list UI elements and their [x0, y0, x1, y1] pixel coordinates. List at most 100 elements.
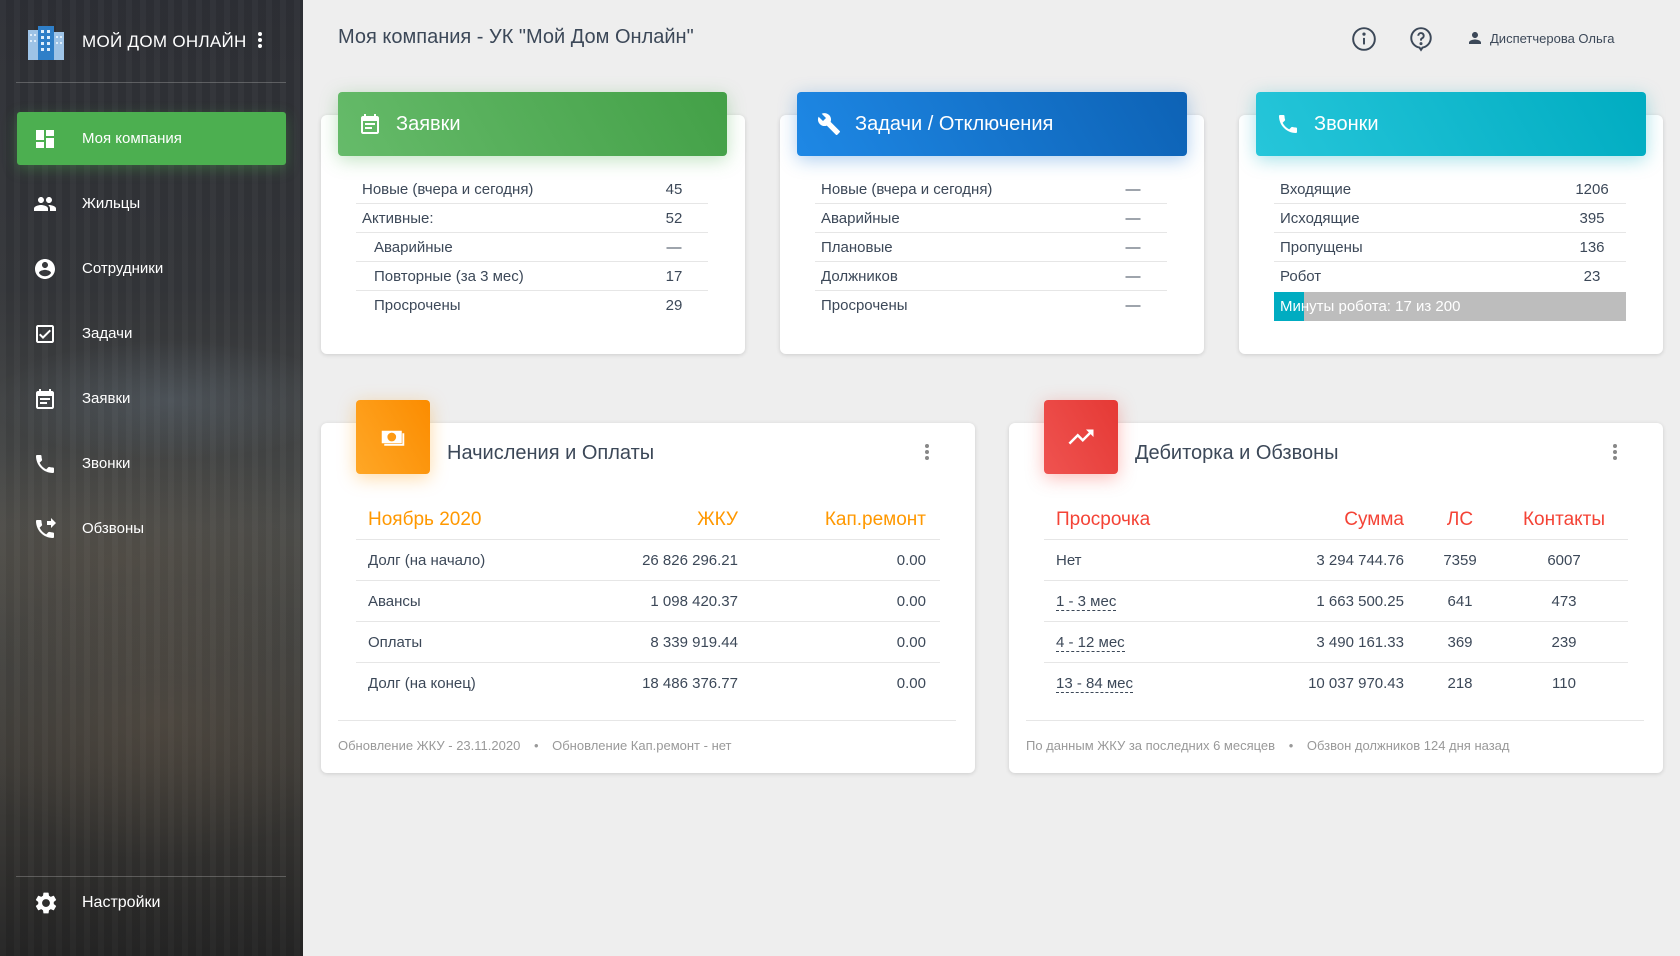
- stat-row[interactable]: Активные: 52: [356, 204, 708, 233]
- cell-sum: 10 037 970.43: [1308, 675, 1404, 692]
- brand[interactable]: МОЙ ДОМ ОНЛАЙН: [26, 18, 286, 66]
- trending-up-icon: [1068, 429, 1094, 445]
- row-label: Долг (на начало): [368, 551, 486, 569]
- footer-text: По данным ЖКУ за последних 6 месяцев: [1026, 738, 1276, 753]
- cell-sum: 3 294 744.76: [1316, 551, 1404, 569]
- sidebar-item-dialings[interactable]: Обзвоны: [17, 502, 286, 555]
- stat-row[interactable]: Аварийные —: [356, 233, 708, 262]
- stat-label: Входящие: [1280, 180, 1352, 198]
- stat-row[interactable]: Повторные (за 3 мес) 17: [356, 262, 708, 291]
- stat-label: Новые (вчера и сегодня): [821, 180, 993, 198]
- sidebar-item-settings[interactable]: Настройки: [33, 890, 160, 916]
- sidebar-divider-bottom: [16, 876, 286, 877]
- tasks-card-header[interactable]: Задачи / Отключения: [797, 92, 1187, 156]
- stat-row[interactable]: Просрочены —: [815, 291, 1167, 320]
- stat-label: Активные:: [362, 209, 434, 227]
- gear-icon: [35, 892, 57, 914]
- sidebar-item-requests[interactable]: Заявки: [17, 372, 286, 425]
- stat-value: 136: [1579, 238, 1605, 256]
- footer-text: Обновление Кап.ремонт - нет: [552, 738, 732, 753]
- stat-row[interactable]: Должников —: [815, 262, 1167, 291]
- col-header: Контакты: [1522, 508, 1606, 530]
- stat-row[interactable]: Новые (вчера и сегодня) 45: [356, 175, 708, 204]
- cell-sum: 1 663 500.25: [1316, 592, 1404, 610]
- requests-card-title: Заявки: [396, 112, 461, 135]
- money-icon: [381, 430, 405, 446]
- cell-zhku: 26 826 296.21: [642, 551, 738, 569]
- sidebar-item-employees[interactable]: Сотрудники: [17, 242, 286, 295]
- user-menu[interactable]: Диспетчерова Ольга: [1466, 29, 1614, 47]
- overdue-link[interactable]: 4 - 12 мес: [1056, 633, 1125, 652]
- stat-label: Просрочены: [374, 297, 461, 314]
- stat-row[interactable]: Просрочены 29: [356, 291, 708, 320]
- stat-value: 45: [665, 180, 683, 198]
- table-row: Авансы 1 098 420.37 0.00: [356, 581, 940, 622]
- stat-row[interactable]: Исходящие 395: [1274, 204, 1626, 233]
- sidebar-item-my-company[interactable]: Моя компания: [17, 112, 286, 165]
- overdue-link[interactable]: 13 - 84 мес: [1056, 675, 1134, 693]
- sidebar: МОЙ ДОМ ОНЛАЙН Моя компания Жильцы Сотру…: [0, 0, 303, 956]
- row-label: Авансы: [368, 592, 421, 610]
- debt-card-badge: [1044, 400, 1118, 474]
- stat-value: —: [1125, 267, 1141, 285]
- overdue-link[interactable]: 1 - 3 мес: [1056, 592, 1117, 611]
- stat-row[interactable]: Робот 23: [1274, 262, 1626, 291]
- cell-ls: 369: [1447, 633, 1473, 651]
- brand-name: МОЙ ДОМ ОНЛАЙН: [82, 32, 247, 51]
- stat-row[interactable]: Пропущены 136: [1274, 233, 1626, 262]
- row-label: Долг (на конец): [368, 675, 476, 692]
- building-logo-icon: [26, 24, 66, 60]
- stat-row[interactable]: Плановые —: [815, 233, 1167, 262]
- info-icon[interactable]: [1351, 26, 1377, 52]
- calls-stats: Входящие 1206 Исходящие 395 Пропущены 136 Р…: [1274, 175, 1626, 321]
- people-icon: [33, 192, 57, 216]
- col-header: Сумма: [1344, 508, 1404, 530]
- sidebar-item-label: Звонки: [82, 455, 131, 472]
- stat-value: 17: [665, 267, 683, 285]
- table-row: 13 - 84 мес 10 037 970.43 218 110: [1044, 663, 1628, 704]
- sidebar-item-residents[interactable]: Жильцы: [17, 177, 286, 230]
- stat-row[interactable]: Аварийные —: [815, 204, 1167, 233]
- sidebar-item-label: Сотрудники: [82, 260, 164, 277]
- col-header: ЖКУ: [697, 508, 738, 530]
- account-circle-icon: [33, 257, 57, 281]
- table-header-row: Ноябрь 2020 ЖКУ Кап.ремонт: [356, 500, 940, 540]
- user-name: Диспетчерова Ольга: [1490, 30, 1615, 46]
- cell-zhku: 18 486 376.77: [642, 675, 738, 692]
- sidebar-item-tasks[interactable]: Задачи: [17, 307, 286, 360]
- sidebar-divider-top: [16, 82, 286, 83]
- stat-row[interactable]: Новые (вчера и сегодня) —: [815, 175, 1167, 204]
- calls-card-header[interactable]: Звонки: [1256, 92, 1646, 156]
- sidebar-item-label: Жильцы: [82, 195, 141, 212]
- debt-footer-divider: [1026, 720, 1644, 721]
- table-row: Долг (на конец) 18 486 376.77 0.00: [356, 663, 940, 704]
- stat-value: —: [666, 238, 682, 256]
- charges-card-menu-icon[interactable]: [923, 442, 931, 464]
- cell-kapremont: 0.00: [896, 551, 926, 569]
- stat-label: Пропущены: [1280, 238, 1363, 256]
- cell-kapremont: 0.00: [896, 675, 926, 692]
- requests-stats: Новые (вчера и сегодня) 45 Активные: 52 Ав…: [356, 175, 708, 320]
- help-icon[interactable]: [1408, 26, 1434, 52]
- stat-label: Аварийные: [821, 209, 900, 227]
- phone-icon: [1279, 115, 1297, 133]
- footer-text: Обзвон должников 124 дня назад: [1306, 738, 1510, 753]
- settings-label: Настройки: [82, 894, 161, 911]
- stat-label: Плановые: [821, 238, 893, 256]
- table-row: Нет 3 294 744.76 7359 6007: [1044, 540, 1628, 581]
- table-row: Долг (на начало) 26 826 296.21 0.00: [356, 540, 940, 581]
- stat-value: 29: [665, 297, 683, 314]
- stat-row[interactable]: Входящие 1206: [1274, 175, 1626, 204]
- stat-value: 395: [1579, 209, 1605, 227]
- requests-card-header[interactable]: Заявки: [338, 92, 727, 156]
- cell-contacts: 239: [1551, 633, 1577, 651]
- calls-card-title: Звонки: [1314, 112, 1379, 135]
- charges-footer: Обновление ЖКУ - 23.11.2020 • Обновление…: [338, 738, 732, 753]
- brand-menu-icon[interactable]: [257, 30, 263, 52]
- sidebar-item-calls[interactable]: Звонки: [17, 437, 286, 490]
- calendar-icon: [361, 114, 379, 134]
- row-label: Нет: [1056, 551, 1082, 569]
- debt-card-menu-icon[interactable]: [1611, 442, 1619, 464]
- stat-label: Аварийные: [374, 238, 453, 256]
- stat-value: —: [1125, 238, 1141, 256]
